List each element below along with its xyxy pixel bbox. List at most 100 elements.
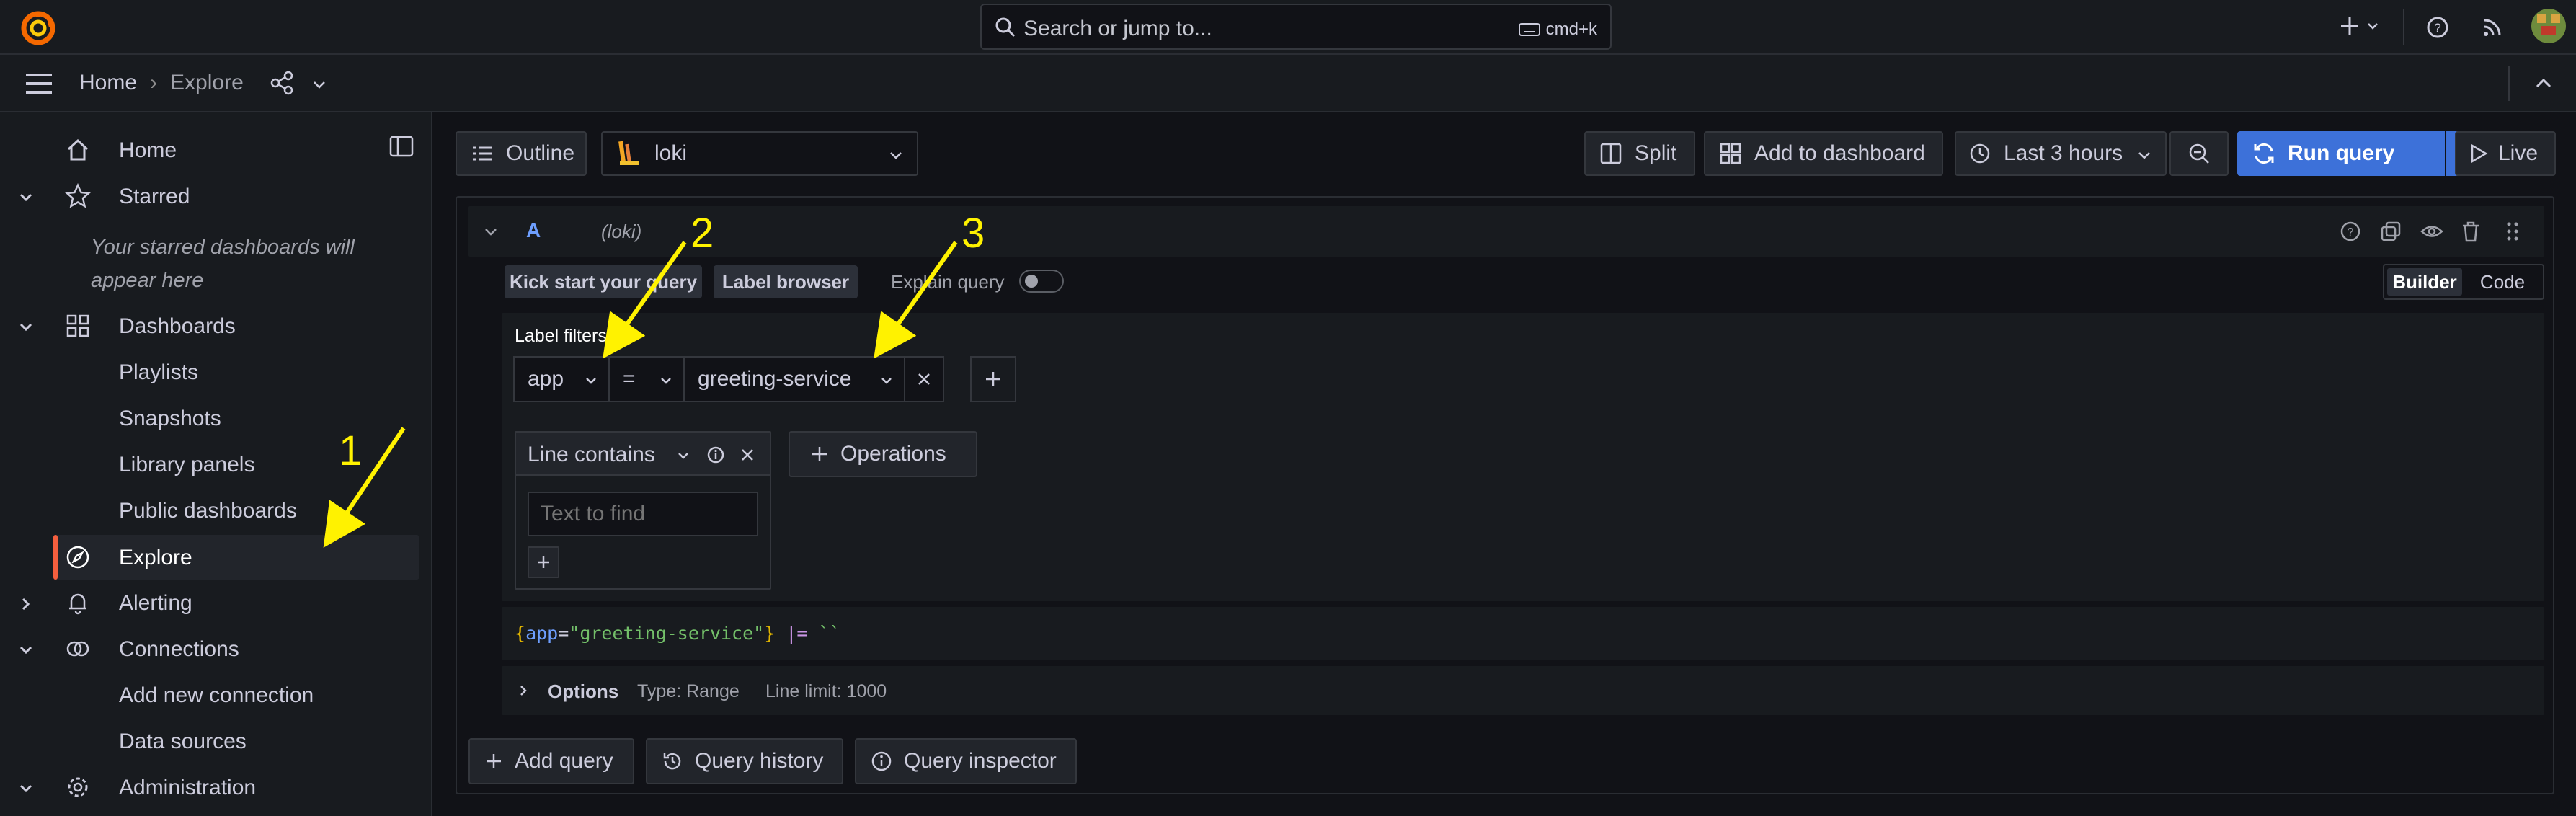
top-bar: Search or jump to... cmd+k ? [0, 0, 2576, 55]
sidebar-item-connections[interactable]: Connections [0, 630, 418, 669]
breadcrumb-home[interactable]: Home [79, 71, 137, 95]
search-bar[interactable]: Search or jump to... cmd+k [980, 4, 1612, 50]
chevron-down-icon[interactable] [17, 780, 35, 797]
explain-query-toggle[interactable] [1019, 270, 1064, 293]
split-button[interactable]: Split [1584, 131, 1695, 176]
mode-code-tab[interactable]: Code [2465, 268, 2540, 296]
search-icon [995, 17, 1016, 38]
chevron-down-icon [2368, 23, 2378, 30]
split-icon [1600, 143, 1622, 164]
chevron-right-icon [520, 686, 527, 696]
text-to-find-input[interactable] [528, 492, 758, 536]
info-icon[interactable] [706, 445, 725, 464]
close-icon[interactable] [740, 447, 755, 463]
sidebar-item-playlists[interactable]: Playlists [119, 360, 198, 385]
sidebar-item-add-new-connection[interactable]: Add new connection [119, 683, 314, 708]
label-value-select[interactable]: greeting-service [683, 356, 905, 402]
clock-icon [1970, 143, 1990, 164]
sidebar-item-label: Administration [119, 776, 257, 799]
drag-handle-icon[interactable] [2505, 221, 2520, 242]
sidebar-item-library-panels[interactable]: Library panels [119, 453, 254, 477]
zoom-out-button[interactable] [2169, 131, 2229, 176]
search-shortcut: cmd+k [1518, 19, 1597, 40]
add-to-dashboard-label: Add to dashboard [1754, 141, 1925, 165]
add-query-button[interactable]: Add query [468, 738, 634, 784]
remove-label-filter-button[interactable] [904, 356, 944, 402]
sidebar-item-administration[interactable]: Administration [0, 768, 418, 807]
label-key-select[interactable]: app [513, 356, 610, 402]
code-value: "greeting-service" [569, 623, 765, 644]
chevron-down-icon[interactable] [311, 76, 327, 92]
starred-empty-text: Your starred dashboards will appear here [91, 231, 355, 297]
operations-button[interactable]: Operations [789, 431, 977, 477]
home-icon [65, 137, 91, 163]
label-filters-title: Label filters [515, 326, 607, 346]
avatar[interactable] [2531, 9, 2566, 43]
search-placeholder: Search or jump to... [1023, 17, 1212, 40]
chevron-down-icon[interactable] [17, 319, 35, 336]
operations-label: Operations [840, 442, 946, 466]
run-query-button[interactable]: Run query [2237, 131, 2445, 176]
query-history-button[interactable]: Query history [646, 738, 843, 784]
trash-icon[interactable] [2461, 221, 2481, 242]
add-to-dashboard-button[interactable]: Add to dashboard [1704, 131, 1943, 176]
help-icon[interactable]: ? [2340, 221, 2361, 242]
svg-text:?: ? [2348, 226, 2354, 239]
chevron-right-icon[interactable] [17, 595, 35, 613]
query-options-row[interactable]: Options Type: Range Line limit: 1000 [502, 666, 2544, 715]
outline-label: Outline [506, 141, 575, 165]
star-icon [65, 183, 91, 209]
list-icon [473, 146, 492, 161]
options-type: Type: Range [637, 681, 740, 701]
operator-select[interactable]: = [608, 356, 685, 402]
label-key-value: app [528, 367, 564, 391]
code-brace-close: } [764, 623, 776, 644]
query-inspector-button[interactable]: Query inspector [855, 738, 1077, 784]
chevron-down-icon[interactable] [17, 189, 35, 206]
sidebar-item-snapshots[interactable]: Snapshots [119, 407, 221, 431]
grafana-logo-icon[interactable] [20, 10, 56, 46]
sidebar-item-dashboards[interactable]: Dashboards [0, 307, 418, 346]
duplicate-query-icon[interactable] [2380, 221, 2402, 242]
query-row-header: A (loki) ? [468, 206, 2544, 257]
mode-builder-tab[interactable]: Builder [2387, 268, 2462, 296]
help-icon[interactable]: ? [2426, 16, 2449, 39]
time-range-picker[interactable]: Last 3 hours [1955, 131, 2167, 176]
chevron-down-icon[interactable] [17, 642, 35, 659]
time-range-label: Last 3 hours [2004, 141, 2123, 165]
add-label-filter-button[interactable] [970, 356, 1016, 402]
query-ref-id[interactable]: A [526, 219, 541, 242]
eye-icon[interactable] [2420, 221, 2443, 242]
history-icon [663, 753, 681, 770]
news-rss-icon[interactable] [2481, 16, 2504, 39]
divider [2508, 66, 2510, 101]
chevron-down-icon[interactable] [676, 448, 690, 463]
sidebar-item-public-dashboards[interactable]: Public dashboards [119, 499, 297, 523]
datasource-picker[interactable]: loki [601, 131, 918, 176]
collapse-query-icon[interactable] [483, 223, 499, 239]
label-browser-button[interactable]: Label browser [714, 265, 858, 298]
query-preview: {app="greeting-service"} |= `` [502, 607, 2544, 660]
sidebar-item-home[interactable]: Home [0, 131, 418, 170]
info-icon [871, 751, 892, 771]
sidebar-item-explore[interactable]: Explore [53, 535, 419, 580]
add-line-filter-button[interactable] [528, 546, 559, 578]
sidebar-item-alerting[interactable]: Alerting [0, 584, 418, 623]
apps-grid-icon [65, 313, 91, 339]
code-operator: |= [786, 623, 808, 644]
sidebar-item-starred[interactable]: Starred [0, 177, 418, 216]
operation-title[interactable]: Line contains [528, 443, 655, 467]
plus-icon [2341, 17, 2358, 35]
sidebar-item-label: Connections [119, 637, 239, 661]
kick-start-button[interactable]: Kick start your query [505, 265, 702, 298]
new-menu-button[interactable] [2338, 14, 2380, 37]
operator-value: = [623, 367, 636, 391]
collapse-header-icon[interactable] [2534, 75, 2553, 92]
sidebar-item-data-sources[interactable]: Data sources [119, 729, 247, 754]
outline-button[interactable]: Outline [456, 131, 587, 176]
live-button[interactable]: Live [2455, 131, 2556, 176]
chevron-down-icon [881, 378, 892, 384]
share-icon[interactable] [270, 71, 294, 95]
menu-toggle-icon[interactable] [25, 72, 53, 95]
operation-header: Line contains [516, 433, 770, 476]
